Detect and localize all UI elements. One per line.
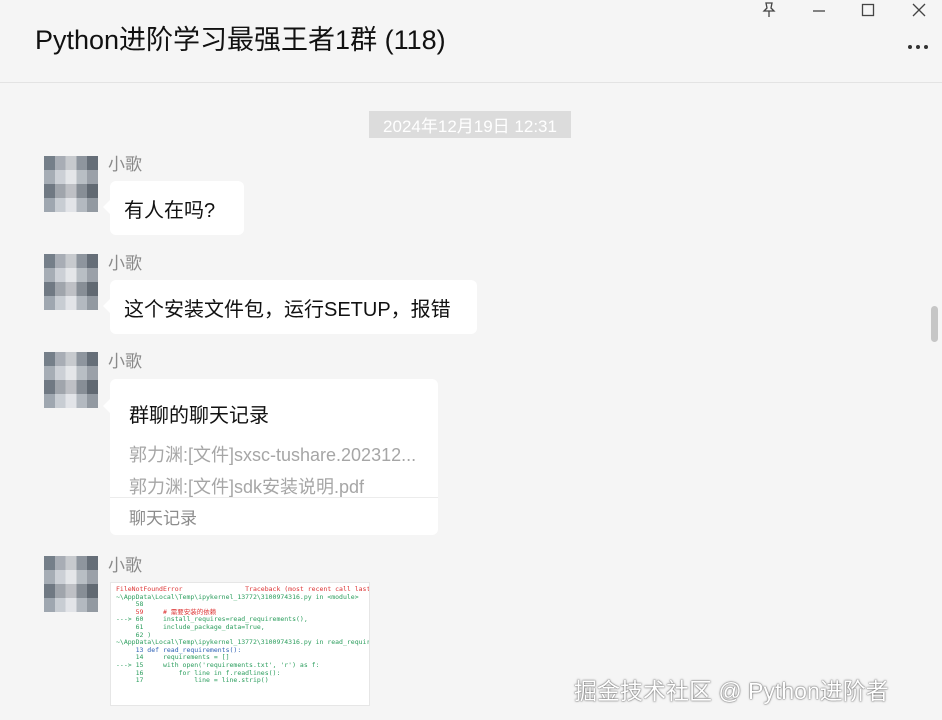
error-screenshot-image[interactable]: FileNotFoundError Traceback (most recent…: [110, 582, 370, 706]
sender-name: 小歌: [108, 352, 142, 371]
message-bubble[interactable]: 有人在吗?: [103, 181, 244, 235]
chat-record-line: 郭力渊:[文件]sxsc-tushare.202312...: [129, 445, 417, 465]
code-line: 17 line = line.strip(): [116, 676, 269, 685]
avatar[interactable]: [44, 556, 98, 612]
chat-record-line: 郭力渊:[文件]sdk安装说明.pdf: [129, 477, 365, 497]
avatar[interactable]: [44, 156, 98, 212]
maximize-icon[interactable]: [853, 0, 883, 20]
sender-name: 小歌: [108, 254, 142, 273]
card-divider: [110, 497, 438, 498]
code-line: ~\AppData\Local\Temp\ipykernel_13772\310…: [116, 592, 359, 601]
chat-title: Python进阶学习最强王者1群 (118): [35, 25, 446, 55]
chat-record-title: 群聊的聊天记录: [129, 405, 269, 427]
close-icon[interactable]: [904, 0, 934, 20]
avatar[interactable]: [44, 254, 98, 310]
minimize-icon[interactable]: [804, 0, 834, 20]
chat-record-card[interactable]: 群聊的聊天记录 郭力渊:[文件]sxsc-tushare.202312... 郭…: [103, 379, 438, 535]
code-line: 61 include_package_data=True,: [116, 622, 265, 631]
message-bubble[interactable]: 这个安装文件包，运行SETUP，报错: [103, 280, 477, 334]
chat-record-footer: 聊天记录: [129, 509, 197, 528]
sender-name: 小歌: [108, 556, 142, 575]
chat-header: Python进阶学习最强王者1群 (118): [0, 0, 942, 83]
message-timestamp: 2024年12月19日 12:31: [369, 111, 571, 138]
sender-name: 小歌: [108, 155, 142, 174]
more-icon[interactable]: [904, 38, 932, 56]
avatar[interactable]: [44, 352, 98, 408]
watermark: 掘金技术社区 @ Python进阶者: [574, 678, 889, 704]
pin-icon[interactable]: [754, 0, 784, 20]
scrollbar[interactable]: [931, 306, 938, 342]
